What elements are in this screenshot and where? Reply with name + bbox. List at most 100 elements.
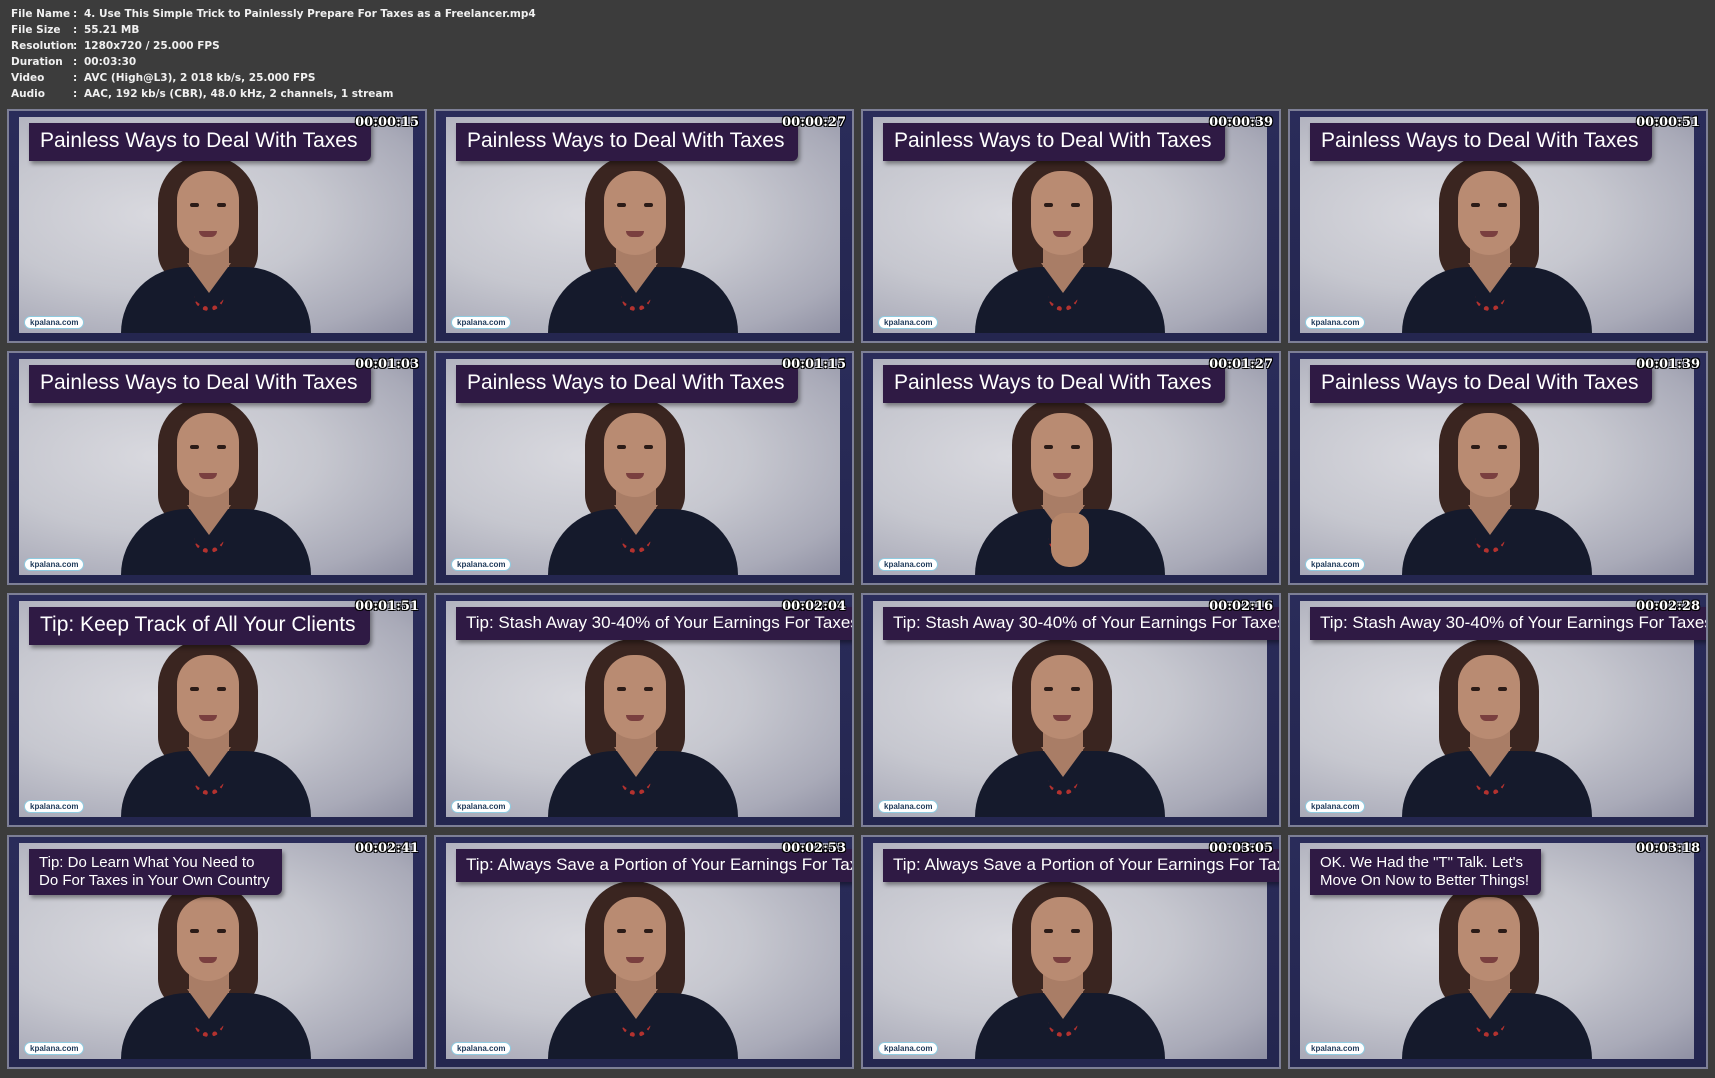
presenter-neckline xyxy=(1041,747,1085,777)
presenter-figure xyxy=(121,631,311,817)
timestamp: 00:03:05 xyxy=(1209,841,1273,856)
video-thumbnail: Painless Ways to Deal With Taxes kpalana.… xyxy=(1288,109,1708,343)
video-frame: Painless Ways to Deal With Taxes kpalana.… xyxy=(19,117,413,333)
presenter-face xyxy=(604,897,666,981)
info-separator: : xyxy=(73,88,78,100)
slide-title: Painless Ways to Deal With Taxes xyxy=(883,123,1226,161)
video-thumbnail: Tip: Do Learn What You Need to Do For Ta… xyxy=(7,835,427,1069)
slide-title: Painless Ways to Deal With Taxes xyxy=(29,365,372,403)
timestamp: 00:02:53 xyxy=(782,841,846,856)
presenter-mouth xyxy=(1053,473,1071,479)
presenter-face xyxy=(1031,171,1093,255)
presenter-eye xyxy=(1044,687,1053,691)
timestamp: 00:00:39 xyxy=(1209,115,1273,130)
presenter-eye xyxy=(1044,445,1053,449)
presenter-figure xyxy=(975,147,1165,333)
website-badge: kpalana.com xyxy=(24,1042,85,1055)
slide-title: Painless Ways to Deal With Taxes xyxy=(456,123,799,161)
presenter-neckline xyxy=(187,505,231,535)
video-frame: Tip: Always Save a Portion of Your Earni… xyxy=(446,843,852,1059)
presenter-eye xyxy=(1498,929,1507,933)
presenter-face xyxy=(1031,655,1093,739)
presenter-mouth xyxy=(1053,715,1071,721)
info-key: Resolution xyxy=(11,40,75,52)
presenter-mouth xyxy=(199,473,217,479)
video-frame: Tip: Stash Away 30-40% of Your Earnings … xyxy=(446,601,852,817)
presenter-neckline xyxy=(1468,505,1512,535)
info-value: 4. Use This Simple Trick to Painlessly P… xyxy=(84,8,536,20)
slide-title: Painless Ways to Deal With Taxes xyxy=(1310,365,1653,403)
presenter-mouth xyxy=(1480,715,1498,721)
presenter-mouth xyxy=(626,231,644,237)
timestamp: 00:02:28 xyxy=(1636,599,1700,614)
video-thumbnail: Tip: Stash Away 30-40% of Your Earnings … xyxy=(861,593,1281,827)
timestamp: 00:02:04 xyxy=(782,599,846,614)
website-badge: kpalana.com xyxy=(878,558,939,571)
info-separator: : xyxy=(73,24,78,36)
info-value: 55.21 MB xyxy=(84,24,140,36)
presenter-figure xyxy=(121,147,311,333)
presenter-figure xyxy=(548,873,738,1059)
presenter-eye xyxy=(1498,203,1507,207)
video-frame: Tip: Always Save a Portion of Your Earni… xyxy=(873,843,1279,1059)
website-badge: kpalana.com xyxy=(878,316,939,329)
timestamp: 00:01:15 xyxy=(782,357,846,372)
presenter-face xyxy=(604,171,666,255)
video-frame: Painless Ways to Deal With Taxes kpalana.… xyxy=(1300,359,1694,575)
presenter-eye xyxy=(1071,445,1080,449)
video-frame: OK. We Had the "T" Talk. Let's Move On N… xyxy=(1300,843,1694,1059)
video-thumbnail: Painless Ways to Deal With Taxes kpalana.… xyxy=(1288,351,1708,585)
presenter-face xyxy=(1031,897,1093,981)
presenter-eye xyxy=(644,687,653,691)
timestamp: 00:01:03 xyxy=(355,357,419,372)
info-separator: : xyxy=(73,40,78,52)
presenter-eye xyxy=(1071,687,1080,691)
info-row: File Size:55.21 MB xyxy=(11,22,536,38)
video-frame: Tip: Keep Track of All Your Clients kpala… xyxy=(19,601,413,817)
info-row: Duration:00:03:30 xyxy=(11,54,536,70)
presenter-figure xyxy=(975,631,1165,817)
video-thumbnail: Painless Ways to Deal With Taxes kpalana.… xyxy=(861,351,1281,585)
slide-title: OK. We Had the "T" Talk. Let's Move On N… xyxy=(1310,849,1541,895)
timestamp: 00:03:18 xyxy=(1636,841,1700,856)
presenter-face xyxy=(1458,655,1520,739)
presenter-eye xyxy=(1071,203,1080,207)
website-badge: kpalana.com xyxy=(878,1042,939,1055)
slide-title: Painless Ways to Deal With Taxes xyxy=(883,365,1226,403)
video-frame: Painless Ways to Deal With Taxes kpalana.… xyxy=(446,117,840,333)
website-badge: kpalana.com xyxy=(24,800,85,813)
video-thumbnail: Painless Ways to Deal With Taxes kpalana.… xyxy=(434,351,854,585)
slide-title: Painless Ways to Deal With Taxes xyxy=(456,365,799,403)
info-key: Duration xyxy=(11,56,63,68)
info-separator: : xyxy=(73,56,78,68)
website-badge: kpalana.com xyxy=(451,800,512,813)
presenter-eye xyxy=(190,445,199,449)
timestamp: 00:01:27 xyxy=(1209,357,1273,372)
presenter-eye xyxy=(217,203,226,207)
presenter-neckline xyxy=(1041,263,1085,293)
timestamp: 00:02:16 xyxy=(1209,599,1273,614)
presenter-eye xyxy=(644,929,653,933)
presenter-mouth xyxy=(1480,231,1498,237)
video-thumbnail: Painless Ways to Deal With Taxes kpalana.… xyxy=(861,109,1281,343)
presenter-neckline xyxy=(187,989,231,1019)
website-badge: kpalana.com xyxy=(24,558,85,571)
presenter-face xyxy=(177,655,239,739)
presenter-neckline xyxy=(1468,989,1512,1019)
presenter-eye xyxy=(1471,445,1480,449)
presenter-eye xyxy=(1471,929,1480,933)
website-badge: kpalana.com xyxy=(24,316,85,329)
presenter-figure xyxy=(1402,631,1592,817)
presenter-neckline xyxy=(614,263,658,293)
presenter-mouth xyxy=(1480,957,1498,963)
website-badge: kpalana.com xyxy=(1305,558,1366,571)
video-thumbnail: Tip: Stash Away 30-40% of Your Earnings … xyxy=(1288,593,1708,827)
presenter-neckline xyxy=(1468,263,1512,293)
presenter-mouth xyxy=(1480,473,1498,479)
video-thumbnail: Tip: Keep Track of All Your Clients kpala… xyxy=(7,593,427,827)
video-frame: Painless Ways to Deal With Taxes kpalana.… xyxy=(873,117,1267,333)
presenter-mouth xyxy=(626,957,644,963)
presenter-face xyxy=(1458,897,1520,981)
presenter-figure xyxy=(1402,389,1592,575)
presenter-figure xyxy=(975,873,1165,1059)
